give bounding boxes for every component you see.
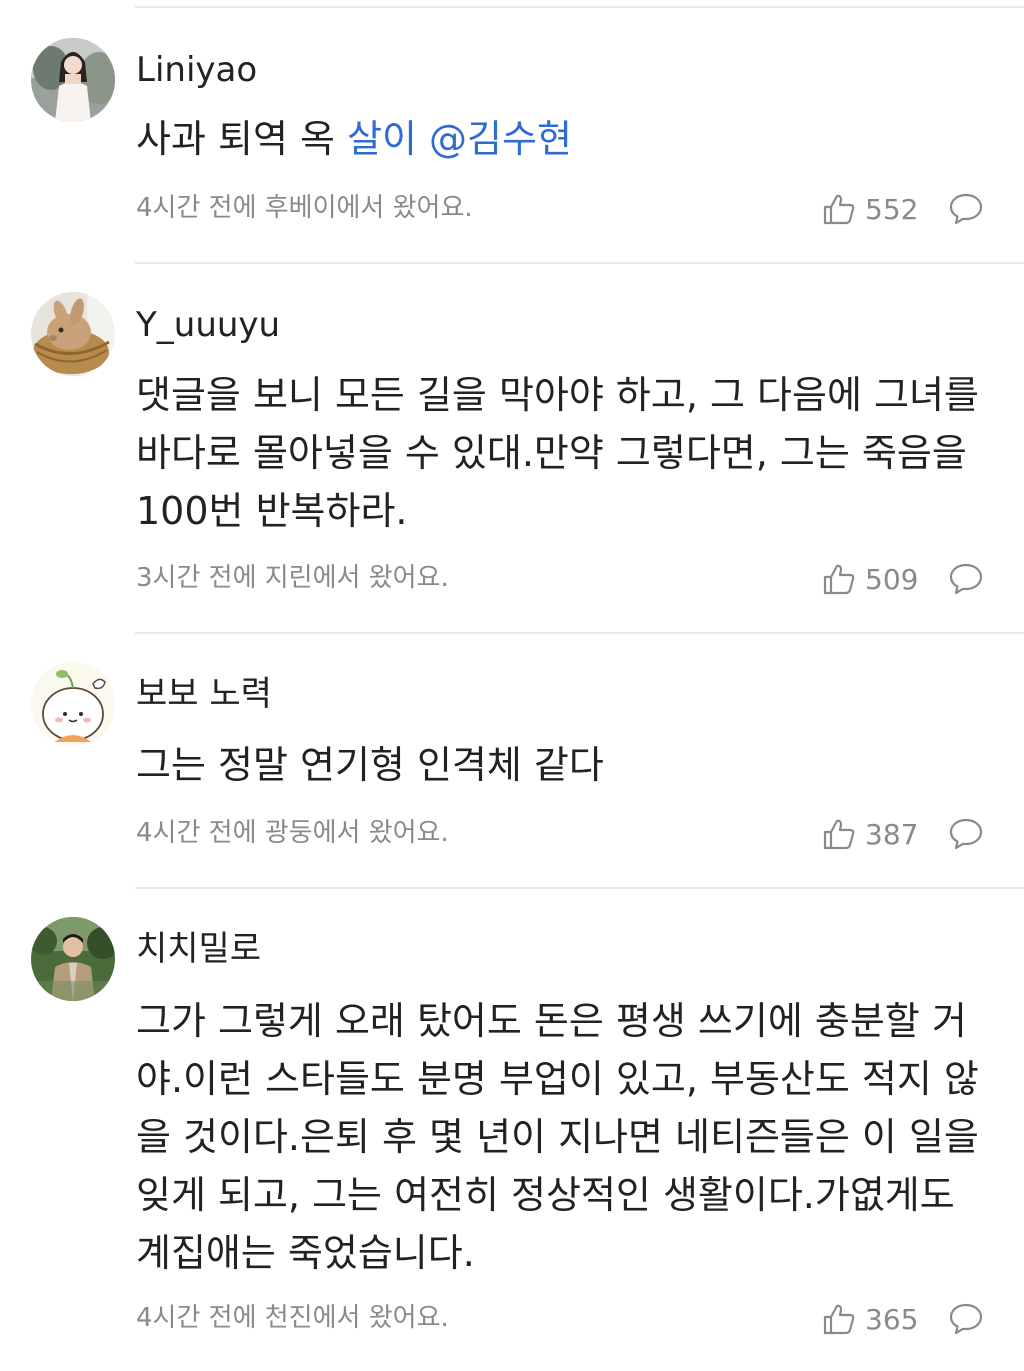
avatar[interactable]	[31, 292, 115, 376]
comment-text: 댓글을 보니 모든 길을 막아야 하고, 그 다음에 그녀를 바다로 몰아넣을 …	[136, 366, 996, 540]
avatar[interactable]	[31, 38, 115, 122]
comment-text-plain: 그가 그렇게 오래 탔어도 돈은 평생 쓰기에 충분할 거야.이런 스타들도 분…	[136, 999, 979, 1275]
like-count: 509	[865, 563, 919, 596]
thumbs-up-icon[interactable]	[822, 1302, 856, 1336]
comment-text: 그가 그렇게 오래 탔어도 돈은 평생 쓰기에 충분할 거야.이런 스타들도 분…	[136, 992, 996, 1282]
thumbs-up-icon[interactable]	[822, 817, 856, 851]
comment-meta: 3시간 전에 지린에서 왔어요.	[136, 563, 449, 593]
comment-text-plain: 댓글을 보니 모든 길을 막아야 하고, 그 다음에 그녀를 바다로 몰아넣을 …	[136, 373, 979, 533]
speech-bubble-icon[interactable]	[948, 1302, 984, 1336]
username[interactable]: Y_uuuyu	[136, 305, 280, 345]
comment-meta: 4시간 전에 광둥에서 왔어요.	[136, 818, 449, 848]
speech-bubble-icon[interactable]	[948, 192, 984, 226]
like-count: 387	[865, 818, 919, 851]
comment-text: 그는 정말 연기형 인격체 같다	[136, 736, 996, 794]
speech-bubble-icon[interactable]	[948, 817, 984, 851]
mention-link[interactable]: 살이 @김수현	[347, 117, 572, 161]
username[interactable]: 보보 노력	[136, 674, 272, 714]
comment-text-plain: 사과 퇴역 옥	[136, 117, 335, 161]
speech-bubble-icon[interactable]	[948, 562, 984, 596]
comment-text: 사과 퇴역 옥 살이 @김수현	[136, 110, 996, 168]
username[interactable]: 치치밀로	[136, 929, 261, 969]
avatar[interactable]	[31, 662, 115, 746]
comment-text-plain: 그는 정말 연기형 인격체 같다	[136, 743, 604, 787]
avatar[interactable]	[31, 917, 115, 1001]
username[interactable]: Liniyao	[136, 50, 257, 90]
thumbs-up-icon[interactable]	[822, 562, 856, 596]
thumbs-up-icon[interactable]	[822, 192, 856, 226]
top-divider	[135, 6, 1024, 8]
comment-meta: 4시간 전에 후베이에서 왔어요.	[136, 193, 473, 223]
comment-divider	[135, 262, 1024, 264]
like-count: 365	[865, 1303, 919, 1336]
like-count: 552	[865, 193, 919, 226]
comment-meta: 4시간 전에 천진에서 왔어요.	[136, 1303, 449, 1333]
comment-divider	[135, 887, 1024, 889]
comment-divider	[135, 632, 1024, 634]
